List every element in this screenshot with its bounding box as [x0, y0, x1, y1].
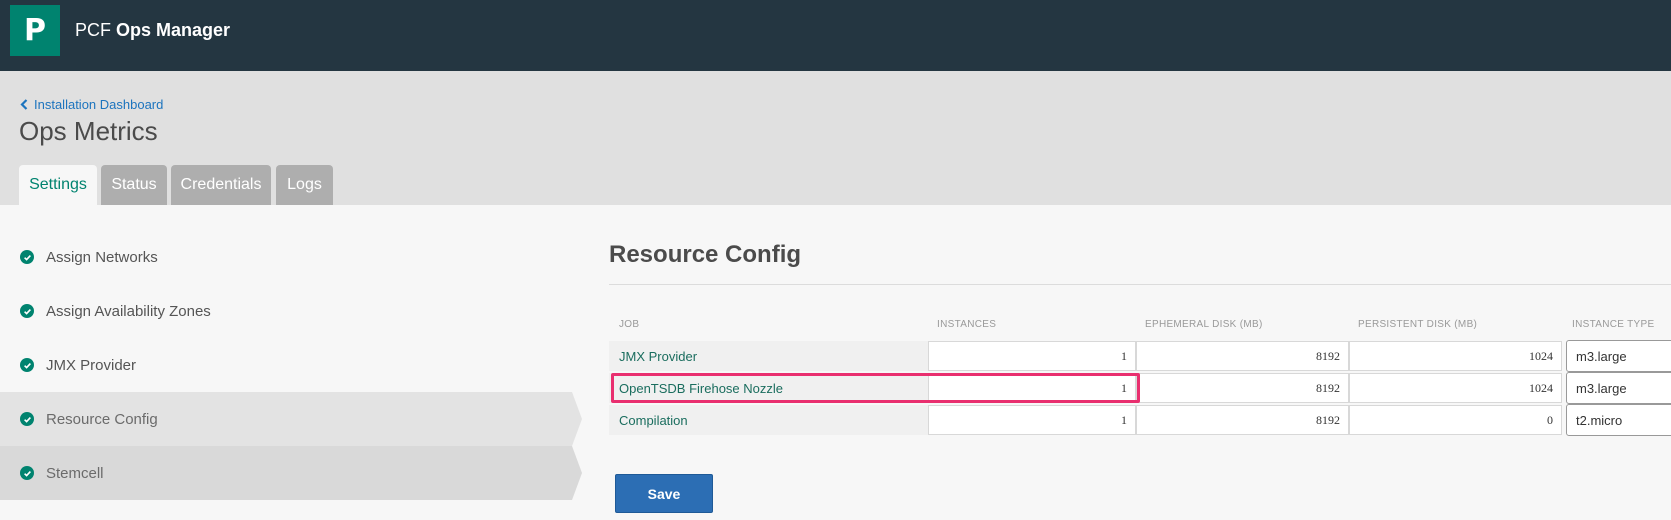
job-link-compilation[interactable]: Compilation: [609, 405, 928, 435]
sidebar-item-label: Assign Networks: [46, 248, 158, 266]
sidebar-item-assign-networks[interactable]: Assign Networks: [0, 230, 582, 284]
column-header-ephemeral-disk: EPHEMERAL DISK (MB): [1145, 319, 1263, 330]
tab-status[interactable]: Status: [101, 165, 167, 205]
sidebar-item-label: Stemcell: [46, 464, 104, 482]
instance-type-select[interactable]: m3.large: [1566, 340, 1671, 372]
tab-label: Credentials: [180, 176, 262, 193]
instances-input[interactable]: 1: [928, 373, 1136, 403]
check-circle-icon: [20, 304, 34, 318]
sidebar-item-label: Resource Config: [46, 410, 158, 428]
check-circle-icon: [20, 466, 34, 480]
app-title-strong: Ops Manager: [116, 20, 231, 40]
page-title: Ops Metrics: [19, 116, 158, 146]
instances-input[interactable]: 1: [928, 341, 1136, 371]
ephemeral-disk-input[interactable]: 8192: [1136, 405, 1349, 435]
sidebar-item-resource-config[interactable]: Resource Config: [0, 392, 582, 446]
ephemeral-disk-input[interactable]: 8192: [1136, 341, 1349, 371]
chevron-left-icon: [20, 97, 32, 113]
column-header-instances: INSTANCES: [937, 319, 997, 330]
section-divider: [609, 284, 1671, 285]
column-header-job: JOB: [619, 319, 640, 330]
tab-credentials[interactable]: Credentials: [171, 165, 271, 205]
breadcrumb-installation-dashboard[interactable]: Installation Dashboard: [20, 97, 163, 113]
app-title-prefix: PCF: [75, 20, 111, 40]
check-circle-icon: [20, 412, 34, 426]
pivotal-logo[interactable]: P: [10, 5, 60, 56]
persistent-disk-input[interactable]: 1024: [1349, 341, 1562, 371]
sidebar-item-stemcell[interactable]: Stemcell: [0, 446, 582, 500]
check-circle-icon: [20, 358, 34, 372]
column-header-persistent-disk: PERSISTENT DISK (MB): [1358, 319, 1478, 330]
instance-type-select[interactable]: m3.large: [1566, 372, 1671, 404]
section-title: Resource Config: [609, 241, 802, 268]
save-button[interactable]: Save: [615, 474, 713, 513]
app-title: PCF Ops Manager: [75, 19, 230, 41]
tab-settings[interactable]: Settings: [19, 165, 97, 205]
tab-label: Status: [111, 176, 157, 193]
tab-label: Settings: [29, 176, 87, 193]
persistent-disk-input[interactable]: 1024: [1349, 373, 1562, 403]
tab-logs[interactable]: Logs: [276, 165, 333, 205]
instances-input[interactable]: 1: [928, 405, 1136, 435]
top-navbar: P PCF Ops Manager: [0, 0, 1671, 71]
instance-type-select[interactable]: t2.micro: [1566, 404, 1671, 436]
persistent-disk-input[interactable]: 0: [1349, 405, 1562, 435]
logo-letter: P: [24, 12, 46, 48]
ephemeral-disk-input[interactable]: 8192: [1136, 373, 1349, 403]
tab-label: Logs: [287, 176, 322, 193]
job-link-jmx-provider[interactable]: JMX Provider: [609, 341, 928, 371]
breadcrumb-label: Installation Dashboard: [34, 97, 164, 112]
check-circle-icon: [20, 250, 34, 264]
sidebar-item-jmx-provider[interactable]: JMX Provider: [0, 338, 582, 392]
column-header-instance-type: INSTANCE TYPE: [1572, 319, 1655, 330]
sidebar-item-label: Assign Availability Zones: [46, 302, 211, 320]
sidebar-item-assign-availability-zones[interactable]: Assign Availability Zones: [0, 284, 582, 338]
job-link-opentsdb-firehose-nozzle[interactable]: OpenTSDB Firehose Nozzle: [609, 373, 928, 403]
sidebar-item-label: JMX Provider: [46, 356, 137, 374]
